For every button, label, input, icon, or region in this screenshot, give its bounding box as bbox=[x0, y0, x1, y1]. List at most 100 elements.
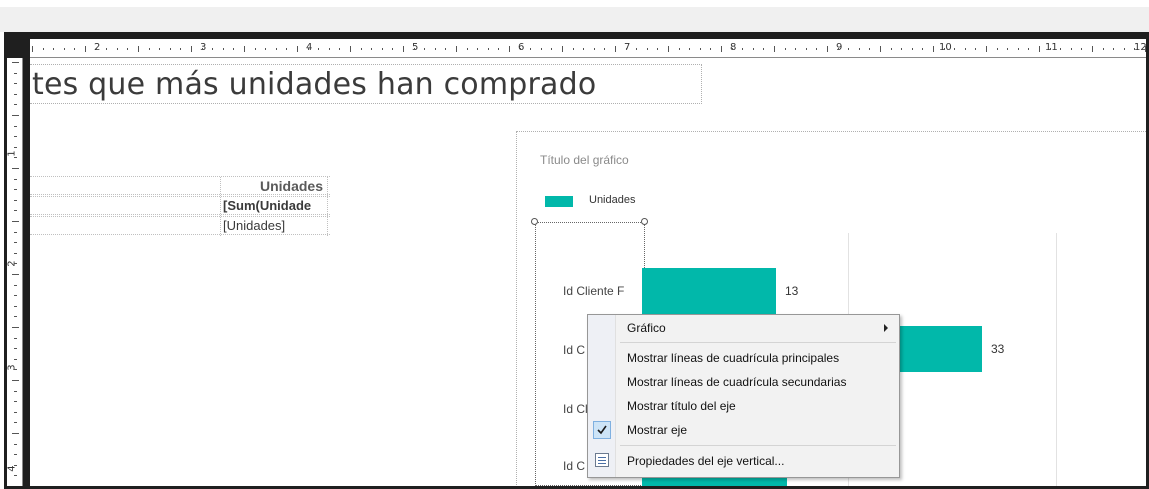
ruler-tick bbox=[647, 48, 648, 50]
ruler-tick bbox=[13, 263, 17, 264]
menu-item-label: Mostrar eje bbox=[627, 423, 688, 437]
menu-item-axis-title[interactable]: Mostrar título del eje bbox=[589, 395, 898, 417]
ruler-tick bbox=[13, 401, 17, 402]
ruler-tick bbox=[361, 48, 362, 50]
submenu-arrow-icon bbox=[884, 324, 888, 332]
menu-item-minor-gridlines[interactable]: Mostrar líneas de cuadrícula secundarias bbox=[589, 371, 898, 393]
ruler-tick bbox=[11, 221, 19, 222]
table-sum-cell[interactable]: [Sum(Unidade bbox=[220, 197, 328, 216]
ruler-tick bbox=[933, 46, 934, 52]
ruler-tick bbox=[11, 274, 19, 275]
ruler-tick bbox=[170, 48, 171, 50]
ruler-tick bbox=[732, 48, 733, 50]
ruler-tick bbox=[371, 48, 372, 50]
ruler-tick bbox=[657, 48, 658, 50]
ruler-tick bbox=[721, 46, 722, 52]
ruler-tick bbox=[13, 295, 17, 296]
ruler-tick bbox=[403, 46, 404, 52]
ruler-tick bbox=[816, 48, 817, 50]
ruler-tick bbox=[742, 48, 743, 50]
title-textbox[interactable]: tes que más unidades han comprado bbox=[30, 64, 702, 104]
ruler-tick bbox=[838, 48, 839, 50]
ruler-tick bbox=[753, 48, 754, 50]
ruler-tick bbox=[13, 136, 17, 137]
ruler-tick bbox=[255, 48, 256, 50]
ruler-number: 9 bbox=[836, 42, 843, 53]
menu-item-show-axis[interactable]: Mostrar eje bbox=[589, 419, 898, 441]
ruler-tick bbox=[11, 380, 19, 381]
ruler-tick bbox=[159, 48, 160, 50]
ruler-tick bbox=[859, 48, 860, 50]
ruler-tick bbox=[13, 306, 17, 307]
ruler-tick bbox=[880, 46, 881, 52]
table-detail-cell[interactable]: [Unidades] bbox=[220, 217, 328, 236]
ruler-number: 5 bbox=[412, 42, 419, 53]
ruler-tick bbox=[1028, 48, 1029, 50]
ruler-tick bbox=[912, 48, 913, 50]
ruler-tick bbox=[13, 189, 17, 190]
ruler-tick bbox=[13, 369, 17, 370]
ruler-tick bbox=[13, 475, 17, 476]
table-header-cell[interactable]: Unidades bbox=[220, 177, 328, 196]
vertical-ruler[interactable]: 1 2 3 4 bbox=[7, 58, 23, 486]
ruler-tick bbox=[1039, 46, 1040, 52]
ruler-tick bbox=[562, 46, 563, 52]
ruler-tick bbox=[13, 422, 17, 423]
ruler-tick bbox=[424, 48, 425, 50]
ruler-tick bbox=[848, 48, 849, 50]
ruler-tick bbox=[763, 48, 764, 50]
ruler-tick bbox=[382, 48, 383, 50]
toolbar-area bbox=[0, 7, 1149, 32]
ruler-tick bbox=[127, 48, 128, 50]
ruler-tick bbox=[700, 48, 701, 50]
ruler-tick bbox=[689, 48, 690, 50]
ruler-number: 10 bbox=[939, 42, 952, 53]
ruler-tick bbox=[583, 48, 584, 50]
ruler-tick bbox=[891, 48, 892, 50]
ruler-tick bbox=[11, 115, 19, 116]
ruler-tick bbox=[806, 48, 807, 50]
category-label: Id Cl bbox=[563, 402, 587, 416]
ruler-tick bbox=[1124, 48, 1125, 50]
ruler-number: 2 bbox=[94, 42, 101, 53]
ruler-tick bbox=[286, 48, 287, 50]
ruler-tick bbox=[13, 242, 17, 243]
major-gridline bbox=[1056, 233, 1057, 486]
horizontal-ruler[interactable]: 2 3 4 5 6 7 8 9 10 11 12 bbox=[30, 39, 1146, 58]
ruler-tick bbox=[1103, 48, 1104, 50]
table-detail-row[interactable]: [Unidades] bbox=[30, 216, 330, 236]
ruler-tick bbox=[13, 412, 17, 413]
menu-item-label: Gráfico bbox=[627, 321, 666, 335]
ruler-tick bbox=[1134, 48, 1135, 50]
ruler-tick bbox=[13, 83, 17, 84]
table-group-row[interactable]: [Sum(Unidade bbox=[30, 196, 330, 216]
ruler-tick bbox=[392, 48, 393, 50]
ruler-tick bbox=[329, 48, 330, 50]
ruler-tick bbox=[85, 46, 86, 52]
ruler-tick bbox=[615, 46, 616, 52]
ruler-tick bbox=[149, 48, 150, 50]
category-label: Id C bbox=[563, 343, 586, 357]
resize-handle[interactable] bbox=[641, 218, 648, 225]
ruler-tick bbox=[233, 48, 234, 50]
ruler-tick bbox=[954, 48, 955, 50]
ruler-tick bbox=[986, 46, 987, 52]
ruler-tick bbox=[944, 48, 945, 50]
bar[interactable] bbox=[642, 268, 776, 314]
legend-label[interactable]: Unidades bbox=[589, 194, 635, 206]
ruler-tick bbox=[212, 48, 213, 50]
menu-item-label: Propiedades del eje vertical... bbox=[627, 454, 785, 468]
ruler-tick bbox=[339, 48, 340, 50]
menu-item-grafico[interactable]: Gráfico bbox=[589, 317, 898, 339]
menu-item-major-gridlines[interactable]: Mostrar líneas de cuadrícula principales bbox=[589, 347, 898, 369]
ruler-tick bbox=[202, 48, 203, 50]
menu-item-axis-properties[interactable]: Propiedades del eje vertical... bbox=[589, 450, 898, 472]
ruler-tick bbox=[1018, 48, 1019, 50]
designer-frame-top bbox=[4, 32, 1149, 39]
ruler-tick bbox=[869, 48, 870, 50]
resize-handle[interactable] bbox=[531, 218, 538, 225]
ruler-tick bbox=[1081, 48, 1082, 50]
chart-title[interactable]: Título del gráfico bbox=[540, 153, 629, 167]
table-header-row[interactable]: Unidades bbox=[30, 176, 330, 196]
menu-item-label: Mostrar título del eje bbox=[627, 399, 736, 413]
